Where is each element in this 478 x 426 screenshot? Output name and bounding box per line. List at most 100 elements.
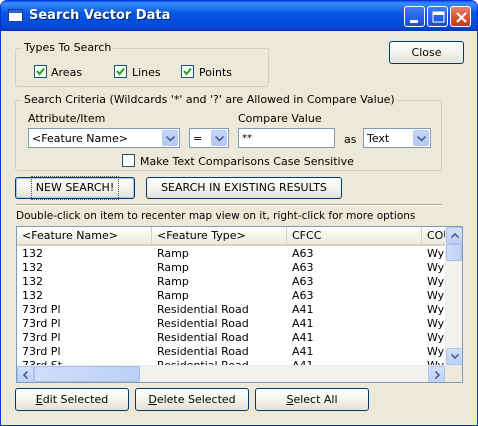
delete-selected-button[interactable]: Delete Selected	[135, 388, 249, 411]
new-search-button[interactable]: NEW SEARCH!	[15, 176, 135, 200]
cell-cfcc: A63	[292, 261, 314, 274]
arrow-left-icon	[23, 371, 28, 379]
title-bar[interactable]: Search Vector Data	[1, 1, 477, 31]
cell-feature-name: 132	[22, 261, 43, 274]
search-criteria-legend: Search Criteria (Wildcards '*' and '?' a…	[22, 93, 397, 107]
arrow-down-icon	[451, 354, 459, 359]
delete-selected-label: Delete Selected	[148, 393, 236, 406]
search-vector-data-window: Search Vector Data Types To Search Areas…	[0, 0, 478, 426]
cell-cou: Wy	[427, 303, 445, 316]
minimize-button[interactable]	[404, 6, 425, 27]
cell-feature-type: Ramp	[157, 289, 189, 302]
results-header: <Feature Name> <Feature Type> CFCC COU	[17, 227, 462, 246]
cell-feature-name: 73rd Pl	[22, 345, 61, 358]
cell-cou: Wy	[427, 317, 445, 330]
close-button-label: Close	[411, 46, 442, 59]
lines-checkbox[interactable]	[114, 65, 127, 78]
checkmark-icon	[183, 67, 192, 76]
cell-feature-name: 132	[22, 275, 43, 288]
close-window-button[interactable]	[450, 6, 471, 27]
cell-cfcc: A63	[292, 289, 314, 302]
operator-select-value: =	[193, 132, 203, 145]
table-row[interactable]: 73rd Pl Residential Road A41 Wy	[17, 303, 447, 317]
type-select-value: Text	[367, 132, 390, 145]
edit-selected-button[interactable]: Edit Selected	[15, 388, 129, 411]
maximize-button[interactable]	[427, 6, 448, 27]
vertical-scroll-thumb[interactable]	[446, 244, 462, 261]
select-all-button[interactable]: Select All	[255, 388, 369, 411]
results-list[interactable]: <Feature Name> <Feature Type> CFCC COU 1…	[16, 226, 463, 383]
table-row[interactable]: 73rd Pl Residential Road A41 Wy	[17, 345, 447, 359]
column-header-feature-type[interactable]: <Feature Type>	[152, 227, 287, 246]
cell-cfcc: A41	[292, 303, 314, 316]
cell-feature-name: 73rd Pl	[22, 317, 61, 330]
cell-cou: Wy	[427, 247, 445, 260]
cell-cou: Wy	[427, 345, 445, 358]
new-search-label: NEW SEARCH!	[30, 176, 120, 200]
attribute-label: Attribute/Item	[28, 112, 106, 125]
minimize-icon	[410, 20, 418, 23]
cell-cfcc: A63	[292, 275, 314, 288]
vertical-scrollbar[interactable]	[445, 227, 462, 365]
points-label: Points	[199, 66, 233, 79]
dropdown-button[interactable]	[162, 130, 178, 146]
cell-cfcc: A41	[292, 317, 314, 330]
column-header-cfcc[interactable]: CFCC	[287, 227, 422, 246]
arrow-right-icon	[435, 371, 440, 379]
types-to-search-legend: Types To Search	[22, 41, 114, 55]
case-sensitive-checkbox[interactable]	[122, 154, 135, 167]
points-checkbox[interactable]	[181, 65, 194, 78]
table-row[interactable]: 73rd Pl Residential Road A41 Wy	[17, 331, 447, 345]
maximize-icon	[432, 11, 445, 23]
attribute-select[interactable]: <Feature Name>	[28, 128, 180, 148]
dropdown-button[interactable]	[211, 130, 227, 146]
compare-value-label: Compare Value	[238, 112, 322, 125]
arrow-up-icon	[451, 233, 459, 238]
search-existing-button[interactable]: SEARCH IN EXISTING RESULTS	[146, 177, 342, 199]
as-label: as	[344, 133, 357, 146]
column-header-feature-name[interactable]: <Feature Name>	[17, 227, 152, 246]
cell-feature-name: 73rd Pl	[22, 331, 61, 344]
cell-feature-type: Ramp	[157, 247, 189, 260]
cell-cfcc: A63	[292, 247, 314, 260]
cell-feature-type: Residential Road	[157, 303, 249, 316]
checkmark-icon	[36, 67, 45, 76]
operator-select[interactable]: =	[189, 128, 229, 148]
scroll-left-button[interactable]	[17, 366, 34, 382]
cell-feature-type: Ramp	[157, 275, 189, 288]
cell-cfcc: A41	[292, 331, 314, 344]
scroll-right-button[interactable]	[428, 366, 445, 382]
case-sensitive-label: Make Text Comparisons Case Sensitive	[140, 155, 354, 168]
table-row[interactable]: 73rd Pl Residential Road A41 Wy	[17, 317, 447, 331]
chevron-down-icon	[215, 136, 224, 142]
compare-value-field[interactable]	[239, 129, 334, 147]
cell-cou: Wy	[427, 289, 445, 302]
checkmark-icon	[116, 67, 125, 76]
table-row[interactable]: 132 Ramp A63 Wy	[17, 289, 447, 303]
search-existing-label: SEARCH IN EXISTING RESULTS	[161, 181, 327, 194]
scroll-down-button[interactable]	[446, 348, 462, 365]
cell-feature-name: 132	[22, 289, 43, 302]
chevron-down-icon	[166, 136, 175, 142]
cell-feature-type: Residential Road	[157, 345, 249, 358]
scrollbar-corner	[445, 365, 462, 382]
scroll-up-button[interactable]	[446, 227, 462, 244]
compare-value-input[interactable]	[238, 128, 335, 148]
cell-feature-type: Residential Road	[157, 331, 249, 344]
horizontal-scroll-thumb[interactable]	[34, 366, 140, 382]
cell-cou: Wy	[427, 331, 445, 344]
separator-line	[16, 204, 442, 206]
window-app-icon	[8, 9, 23, 22]
cell-cou: Wy	[427, 275, 445, 288]
areas-checkbox[interactable]	[34, 65, 47, 78]
table-row[interactable]: 132 Ramp A63 Wy	[17, 275, 447, 289]
dropdown-button[interactable]	[413, 130, 429, 146]
close-button[interactable]: Close	[389, 41, 464, 64]
table-row[interactable]: 132 Ramp A63 Wy	[17, 247, 447, 261]
results-hint: Double-click on item to recenter map vie…	[16, 210, 416, 222]
table-row[interactable]: 132 Ramp A63 Wy	[17, 261, 447, 275]
type-select[interactable]: Text	[363, 128, 431, 148]
cell-cou: Wy	[427, 261, 445, 274]
horizontal-scrollbar[interactable]	[17, 365, 445, 382]
cell-feature-name: 73rd Pl	[22, 303, 61, 316]
